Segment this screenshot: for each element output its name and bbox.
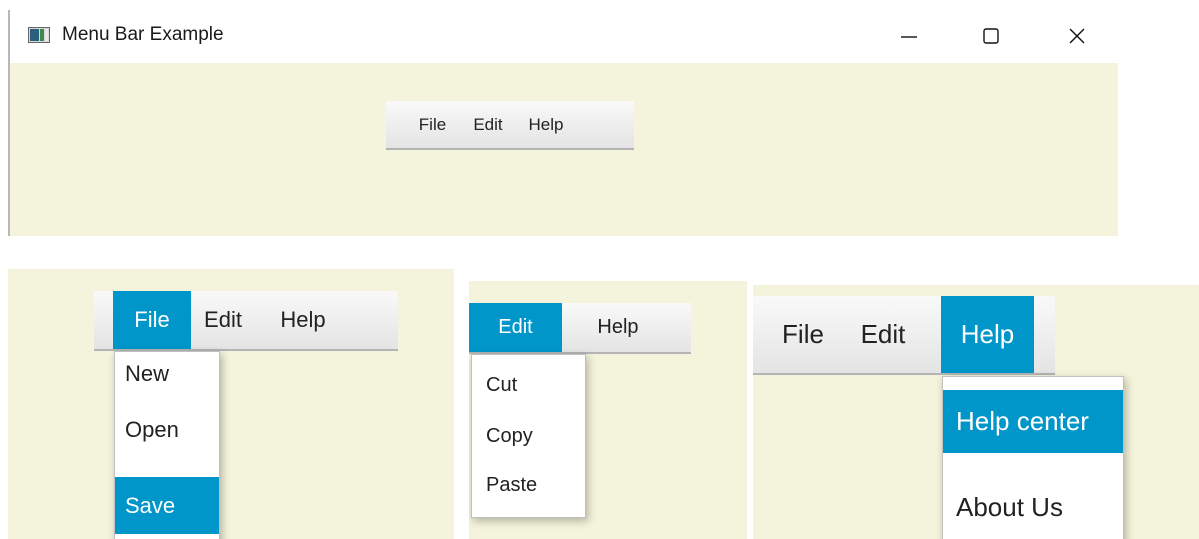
app-window-icon [28, 27, 50, 43]
menu-help-active[interactable]: Help [941, 296, 1034, 373]
edit-dropdown: Cut Copy Paste [471, 354, 586, 518]
close-icon [1069, 28, 1085, 44]
menu-item-open[interactable]: Open [115, 408, 219, 452]
menu-edit[interactable]: Edit [191, 291, 255, 349]
menu-item-new[interactable]: New [115, 352, 219, 396]
help-menu-panel: File Edit Help Help center About Us [753, 285, 1199, 539]
close-button[interactable] [1054, 16, 1100, 56]
file-menu-panel: File Edit Help New Open Save [8, 269, 454, 539]
minimize-icon [901, 36, 917, 38]
menu-file[interactable]: File [416, 101, 449, 148]
maximize-button[interactable] [968, 16, 1014, 56]
menu-file[interactable]: File [773, 296, 833, 373]
menu-help[interactable]: Help [265, 291, 341, 349]
menu-item-help-center[interactable]: Help center [943, 390, 1123, 453]
menu-bar: File Edit Help [386, 101, 634, 150]
menu-item-about-us[interactable]: About Us [943, 477, 1123, 537]
menu-edit[interactable]: Edit [855, 296, 911, 373]
menu-item-paste[interactable]: Paste [472, 465, 585, 505]
minimize-button[interactable] [886, 16, 932, 56]
maximize-icon [983, 28, 999, 44]
menu-edit[interactable]: Edit [473, 101, 503, 148]
menu-edit-active[interactable]: Edit [469, 303, 562, 352]
menu-file-active[interactable]: File [113, 291, 191, 349]
menu-item-copy[interactable]: Copy [472, 416, 585, 456]
window-title: Menu Bar Example [62, 24, 224, 45]
menu-bar: Edit Help [469, 303, 691, 354]
menu-item-cut[interactable]: Cut [472, 365, 585, 405]
menu-bar: File Edit Help [94, 291, 398, 351]
help-dropdown: Help center About Us [942, 376, 1124, 539]
menu-help[interactable]: Help [527, 101, 565, 148]
menu-help[interactable]: Help [562, 303, 674, 352]
edit-menu-panel: Edit Help Cut Copy Paste [469, 281, 747, 539]
menu-item-save[interactable]: Save [115, 477, 219, 534]
file-dropdown: New Open Save [114, 351, 220, 539]
menu-bar: File Edit Help [753, 296, 1055, 375]
